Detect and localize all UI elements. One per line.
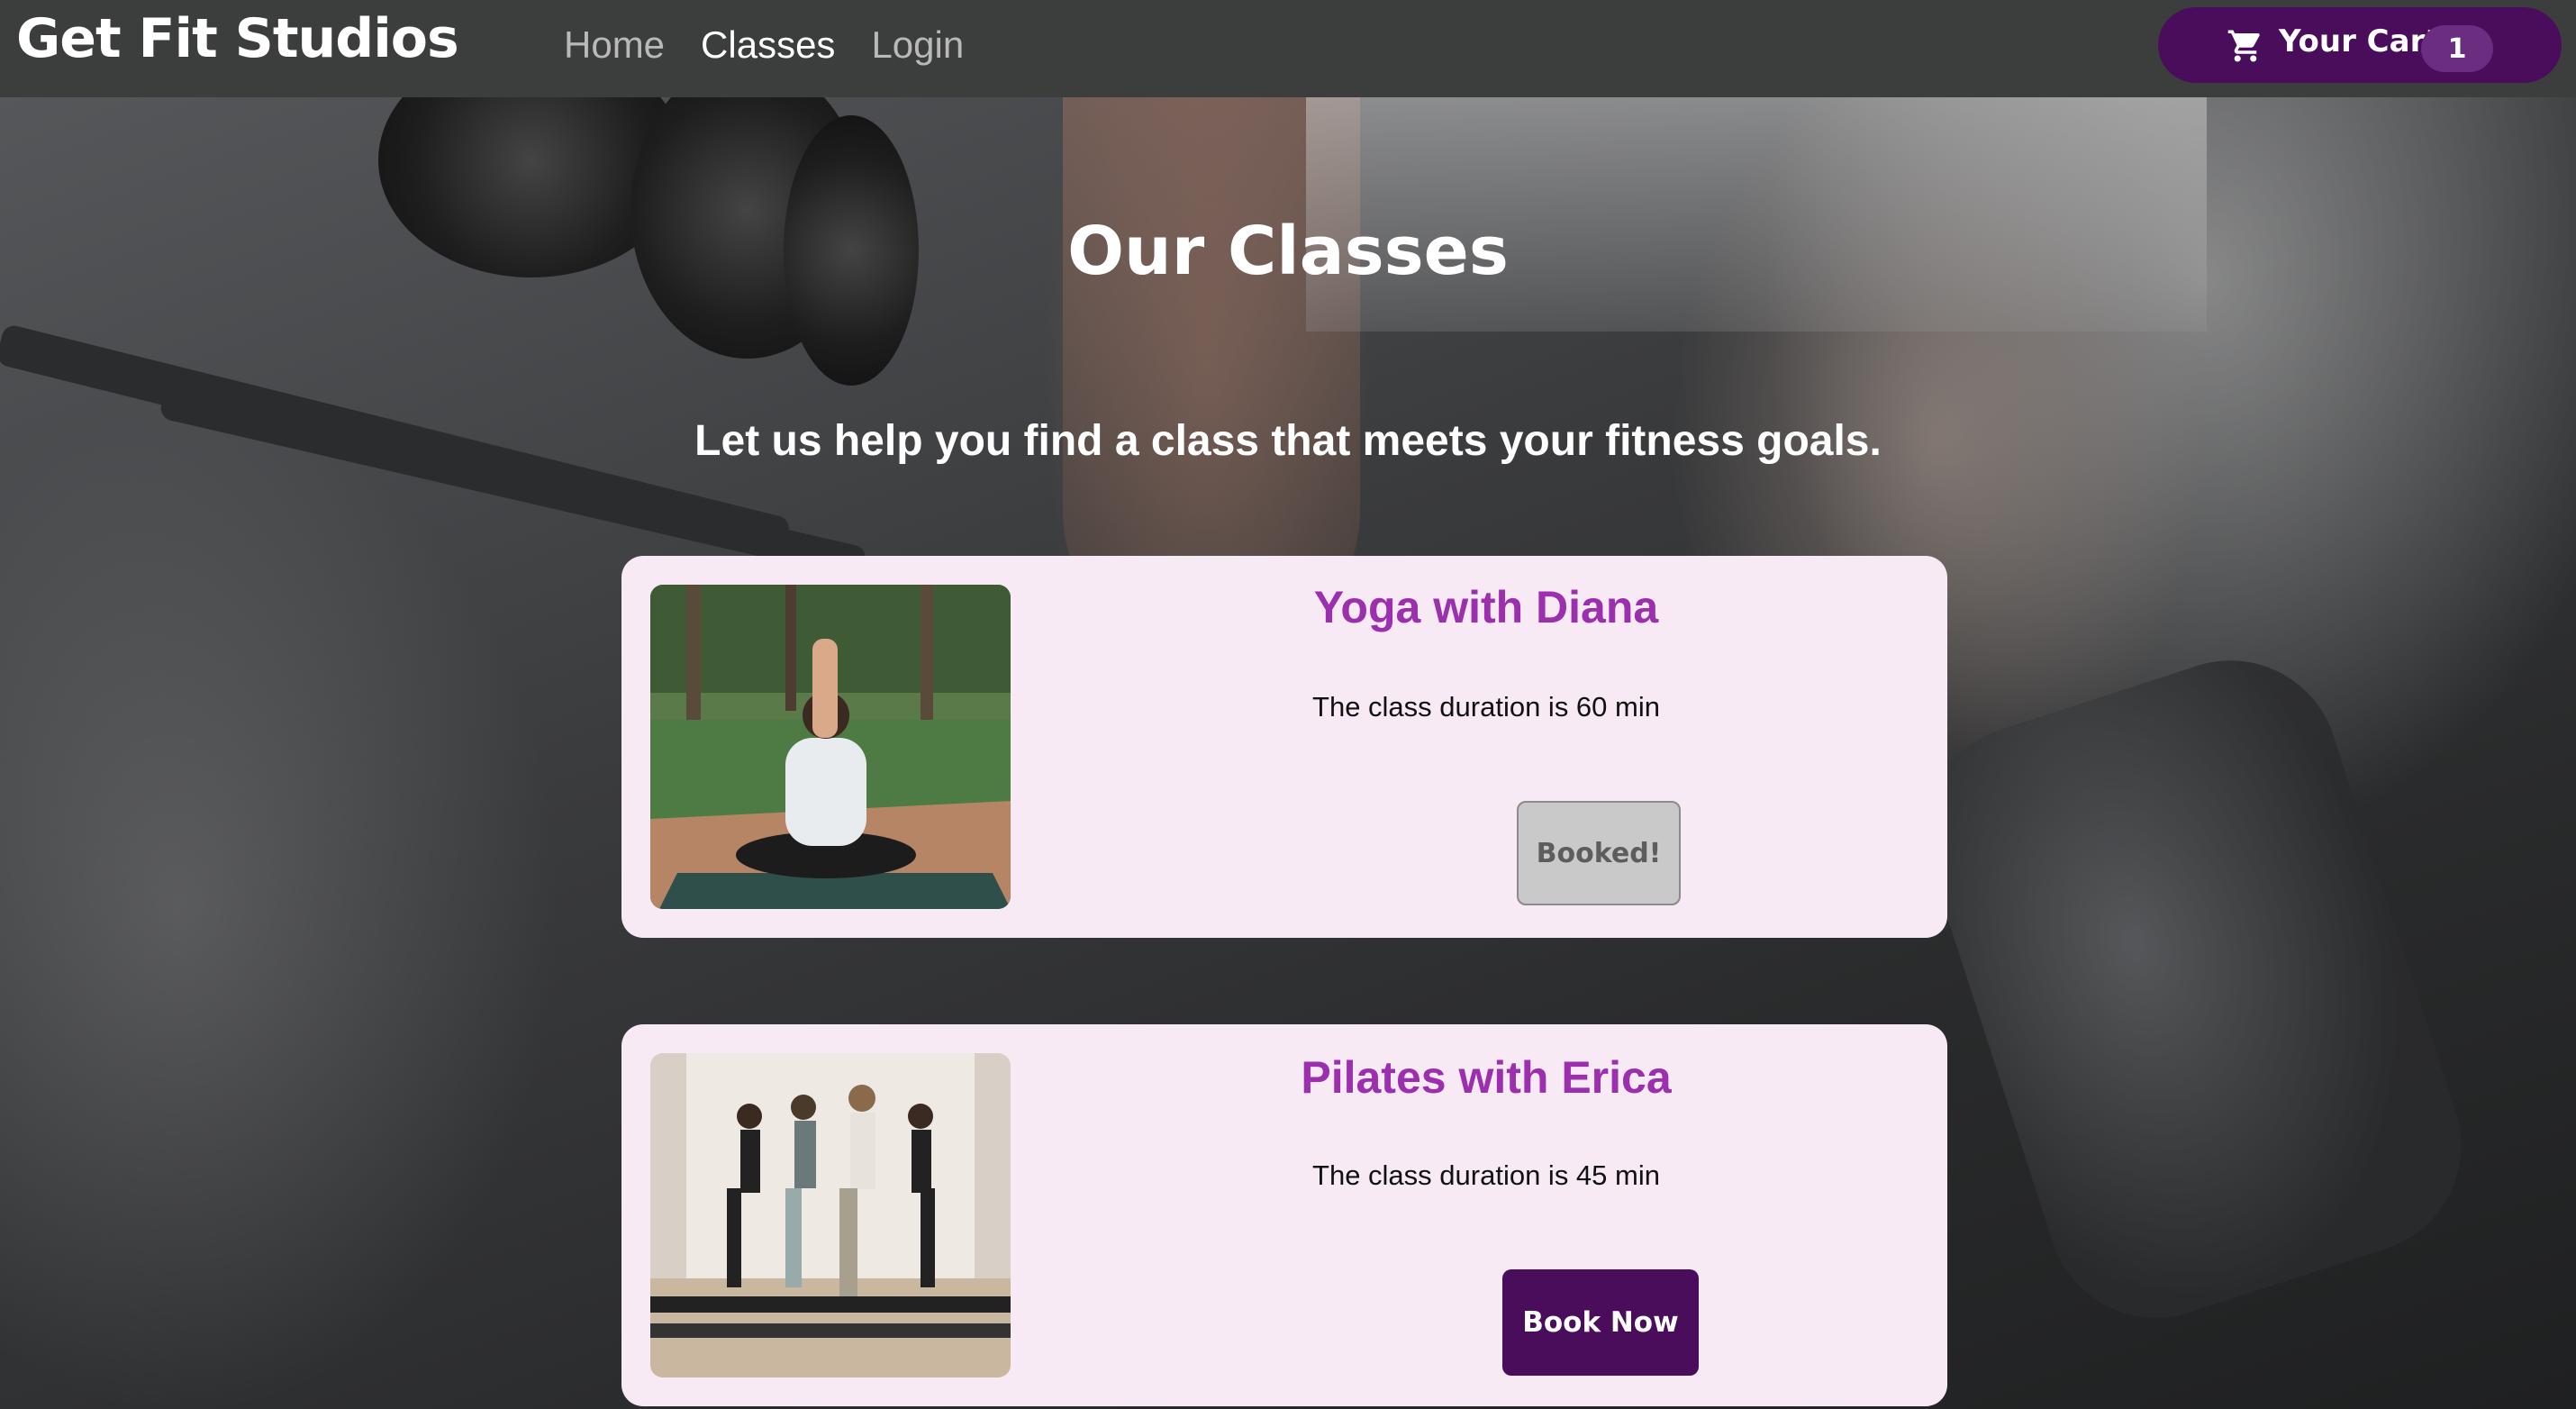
page-title: Our Classes [1067, 213, 1509, 290]
rack-bar-image [158, 386, 868, 580]
class-card-yoga: Yoga with Diana The class duration is 60… [621, 556, 1947, 938]
nav-link-home[interactable]: Home [564, 23, 665, 67]
brand-logo[interactable]: Get Fit Studios [16, 7, 459, 70]
yoga-photo [650, 585, 1011, 909]
class-duration: The class duration is 60 min [1312, 691, 1660, 723]
cart-label: Your Cart [2279, 23, 2440, 59]
class-title: Yoga with Diana [1313, 582, 1659, 632]
navbar: Get Fit Studios Home Classes Login Your … [0, 0, 2576, 97]
class-duration: The class duration is 45 min [1312, 1159, 1660, 1191]
cart-button[interactable]: Your Cart 1 [2158, 7, 2562, 83]
class-card-pilates: Pilates with Erica The class duration is… [621, 1024, 1947, 1406]
dumbbell-image [1897, 632, 2490, 1346]
page-subtitle: Let us help you find a class that meets … [694, 417, 1882, 465]
cart-count-badge: 1 [2421, 25, 2493, 72]
cart-icon [2227, 30, 2260, 62]
pilates-photo [650, 1053, 1011, 1377]
book-now-button[interactable]: Book Now [1502, 1269, 1699, 1376]
nav-links: Home Classes Login [564, 23, 1000, 67]
booked-button[interactable]: Booked! [1517, 801, 1681, 905]
nav-link-classes[interactable]: Classes [701, 23, 835, 67]
class-title: Pilates with Erica [1301, 1052, 1672, 1103]
nav-link-login[interactable]: Login [871, 23, 964, 67]
